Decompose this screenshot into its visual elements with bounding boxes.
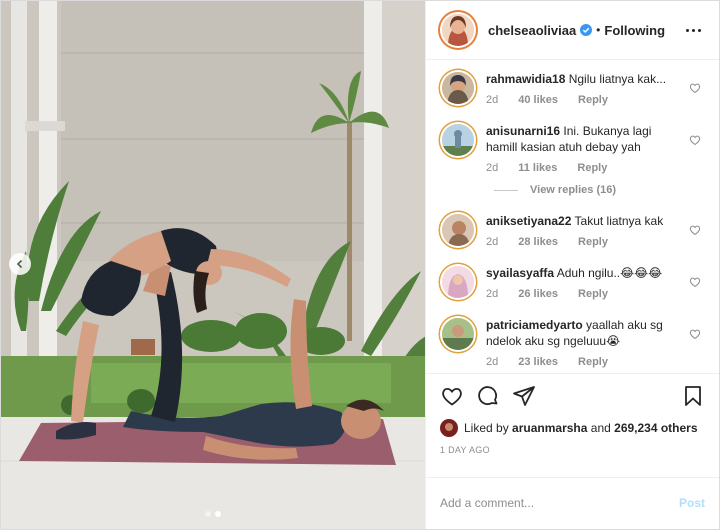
- liker-avatar-image: [440, 418, 458, 437]
- comment-text: anisunarni16 Ini. Bukanya lagi hamill ka…: [486, 123, 686, 155]
- comment-item: anisunarni16 Ini. Bukanya lagi hamill ka…: [440, 120, 703, 174]
- comment-text: rahmawidia18 Ngilu liatnya kak...: [486, 71, 686, 87]
- comment-like-heart-icon[interactable]: [689, 82, 701, 94]
- carousel-dot-1: [205, 511, 211, 517]
- carousel-prev-button[interactable]: [9, 253, 31, 275]
- comment-age[interactable]: 2d: [486, 356, 498, 368]
- yoga-photo-scene: [1, 1, 425, 529]
- comment-text: aniksetiyana22 Takut liatnya kak: [486, 213, 686, 229]
- verified-badge-icon: [580, 24, 593, 37]
- comment-message: Takut liatnya kak: [574, 214, 664, 229]
- comment-body: patriciamedyarto yaallah aku sg ndelok a…: [486, 314, 686, 368]
- comment-meta: 2d 11 likes Reply: [486, 162, 686, 174]
- comment-like-heart-icon[interactable]: [689, 328, 701, 340]
- commenter-avatar-image: [442, 124, 474, 157]
- liker-avatar[interactable]: [440, 418, 458, 437]
- comment-username[interactable]: aniksetiyana22: [486, 214, 571, 228]
- more-dot: [698, 28, 701, 32]
- comment-like-heart-icon[interactable]: [689, 276, 701, 288]
- liked-by-prefix: Liked by: [464, 420, 509, 435]
- comment-meta: 2d 40 likes Reply: [486, 94, 686, 106]
- comment-likes[interactable]: 11 likes: [518, 162, 557, 174]
- view-replies-label: View replies (16): [530, 184, 617, 197]
- comment-message: Ngilu liatnya kak...: [568, 72, 667, 87]
- save-bookmark-icon[interactable]: [681, 384, 705, 408]
- liked-by-conj: and: [590, 420, 611, 435]
- post-date[interactable]: 1 DAY AGO: [426, 437, 719, 462]
- view-replies-button[interactable]: View replies (16): [494, 184, 703, 196]
- commenter-avatar-image: [442, 266, 474, 299]
- comment-item: rahmawidia18 Ngilu liatnya kak... 2d 40 …: [440, 68, 703, 106]
- commenter-avatar[interactable]: [442, 214, 474, 247]
- comment-age[interactable]: 2d: [486, 236, 498, 248]
- post-photo[interactable]: [1, 1, 426, 529]
- carousel-indicator: [205, 511, 221, 517]
- liked-by-user[interactable]: aruanmarsha: [512, 421, 587, 435]
- comment-likes[interactable]: 40 likes: [518, 94, 558, 106]
- comment-body: aniksetiyana22 Takut liatnya kak 2d 28 l…: [486, 210, 686, 248]
- comment-item: syailasyaffa Aduh ngilu..😂😂😂 2d 26 likes…: [440, 262, 703, 300]
- comment-reply-button[interactable]: Reply: [578, 236, 608, 248]
- more-dot: [692, 28, 695, 32]
- author-username[interactable]: chelseaoliviaa: [488, 23, 576, 38]
- comment-reply-button[interactable]: Reply: [578, 356, 608, 368]
- comment-bubble-icon[interactable]: [476, 384, 500, 408]
- likes-summary: Liked by aruanmarsha and 269,234 others: [426, 418, 719, 437]
- post-actions-bar: [426, 372, 719, 419]
- add-comment-bar: Post: [426, 476, 719, 529]
- commenter-avatar-image: [442, 214, 474, 247]
- comment-item: aniksetiyana22 Takut liatnya kak 2d 28 l…: [440, 210, 703, 248]
- instagram-post-window: chelseaoliviaa • Following rahmawidia18 …: [0, 0, 720, 530]
- comment-body: rahmawidia18 Ngilu liatnya kak... 2d 40 …: [486, 68, 686, 106]
- comment-username[interactable]: anisunarni16: [486, 124, 560, 138]
- comment-age[interactable]: 2d: [486, 162, 498, 174]
- author-avatar-image: [442, 14, 474, 47]
- comment-age[interactable]: 2d: [486, 94, 498, 106]
- comment-reply-button[interactable]: Reply: [578, 94, 608, 106]
- add-comment-input[interactable]: [440, 496, 679, 511]
- chevron-left-icon: [16, 259, 23, 269]
- comment-username[interactable]: patriciamedyarto: [486, 318, 583, 332]
- comment-body: syailasyaffa Aduh ngilu..😂😂😂 2d 26 likes…: [486, 262, 686, 300]
- comment-meta: 2d 26 likes Reply: [486, 288, 686, 300]
- comments-list: rahmawidia18 Ngilu liatnya kak... 2d 40 …: [426, 60, 719, 373]
- comment-likes[interactable]: 23 likes: [518, 356, 558, 368]
- comment-body: anisunarni16 Ini. Bukanya lagi hamill ka…: [486, 120, 686, 174]
- comment-username[interactable]: rahmawidia18: [486, 72, 565, 86]
- commenter-avatar[interactable]: [442, 72, 474, 105]
- liked-by-others[interactable]: 269,234 others: [614, 421, 697, 435]
- carousel-dot-2: [215, 511, 221, 517]
- comment-meta: 2d 23 likes Reply: [486, 356, 686, 368]
- commenter-avatar-image: [442, 318, 474, 351]
- comment-like-heart-icon[interactable]: [689, 134, 701, 146]
- comment-item: patriciamedyarto yaallah aku sg ndelok a…: [440, 314, 703, 368]
- comment-text: patriciamedyarto yaallah aku sg ndelok a…: [486, 317, 686, 349]
- comment-text: syailasyaffa Aduh ngilu..😂😂😂: [486, 265, 686, 281]
- more-dot: [686, 28, 689, 32]
- commenter-avatar[interactable]: [442, 318, 474, 351]
- comment-likes[interactable]: 26 likes: [518, 288, 558, 300]
- commenter-avatar-image: [442, 72, 474, 105]
- more-options-button[interactable]: [682, 25, 705, 36]
- following-button[interactable]: Following: [604, 23, 665, 38]
- share-send-icon[interactable]: [512, 384, 536, 408]
- comment-reply-button[interactable]: Reply: [577, 162, 607, 174]
- view-replies-line: [494, 189, 518, 191]
- post-side-panel: chelseaoliviaa • Following rahmawidia18 …: [426, 1, 719, 529]
- comment-username[interactable]: syailasyaffa: [486, 266, 554, 280]
- comment-like-heart-icon[interactable]: [689, 224, 701, 236]
- post-comment-button[interactable]: Post: [679, 496, 705, 510]
- comment-reply-button[interactable]: Reply: [578, 288, 608, 300]
- author-avatar[interactable]: [442, 14, 474, 47]
- comment-likes[interactable]: 28 likes: [518, 236, 558, 248]
- like-heart-icon[interactable]: [440, 384, 464, 408]
- commenter-avatar[interactable]: [442, 266, 474, 299]
- commenter-avatar[interactable]: [442, 124, 474, 157]
- header-separator: •: [596, 23, 601, 38]
- comment-age[interactable]: 2d: [486, 288, 498, 300]
- post-header: chelseaoliviaa • Following: [426, 1, 719, 61]
- comment-message: Aduh ngilu..😂😂😂: [556, 266, 663, 281]
- comment-meta: 2d 28 likes Reply: [486, 236, 686, 248]
